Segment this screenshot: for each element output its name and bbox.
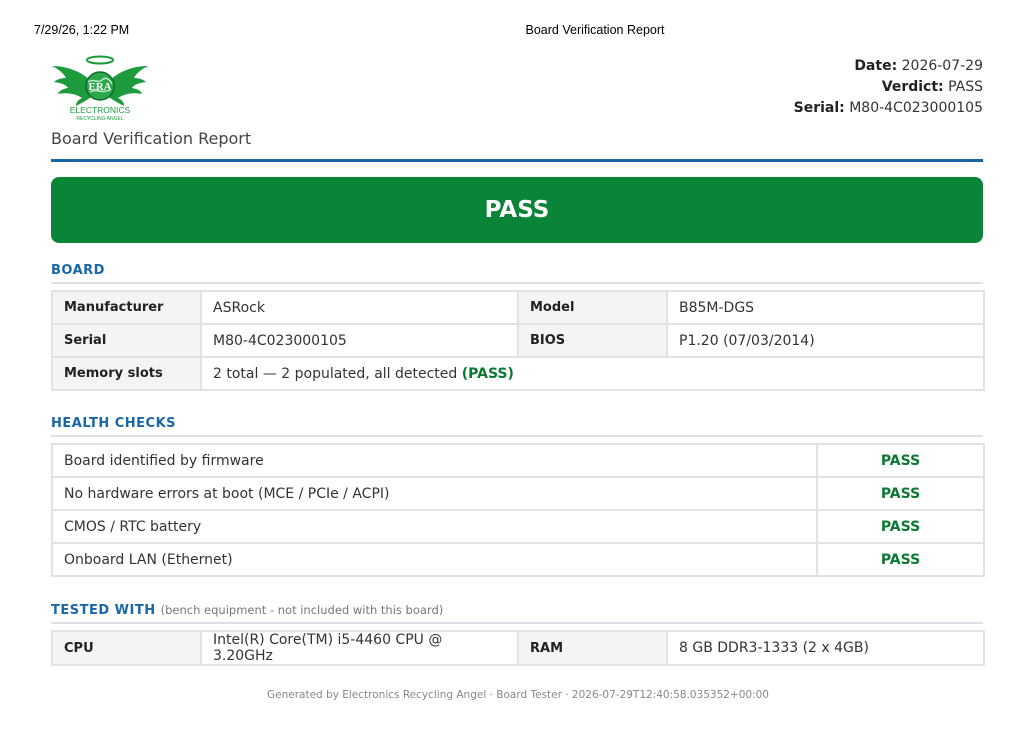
table-row: CPU Intel(R) Core(TM) i5-4460 CPU @ 3.20…	[51, 630, 985, 666]
print-header: 7/29/26, 1:22 PM Board Verification Repo…	[0, 22, 1036, 40]
section-heading-tested: TESTED WITH (bench equipment - not inclu…	[51, 603, 983, 624]
manufacturer-value: ASRock	[200, 290, 519, 325]
tested-table: CPU Intel(R) Core(TM) i5-4460 CPU @ 3.20…	[51, 630, 985, 666]
angel-logo-icon: ERA ELECTRONICS RECYCLING ANGEL	[52, 55, 148, 122]
report-subtitle: Board Verification Report	[51, 129, 252, 148]
header-divider	[51, 159, 983, 162]
ram-value: 8 GB DDR3-1333 (2 x 4GB)	[666, 630, 985, 666]
svg-text:ERA: ERA	[88, 81, 111, 93]
section-heading-health: HEALTH CHECKS	[51, 416, 983, 437]
model-label: Model	[517, 290, 668, 325]
manufacturer-label: Manufacturer	[51, 290, 202, 325]
meta-date: Date: 2026-07-29	[854, 58, 983, 74]
company-logo: ERA ELECTRONICS RECYCLING ANGEL	[50, 54, 150, 124]
meta-verdict: Verdict: PASS	[881, 79, 983, 95]
verdict-banner: PASS	[51, 177, 983, 243]
print-title: Board Verification Report	[525, 23, 665, 37]
serial-label: Serial	[51, 323, 202, 358]
check-name: Onboard LAN (Ethernet)	[51, 542, 818, 577]
table-row: Onboard LAN (Ethernet) PASS	[51, 542, 985, 577]
table-row: Serial M80-4C023000105 BIOS P1.20 (07/03…	[51, 323, 985, 358]
svg-text:RECYCLING ANGEL: RECYCLING ANGEL	[76, 116, 123, 122]
check-status: PASS	[816, 509, 985, 544]
memory-status: (PASS)	[461, 365, 514, 382]
table-row: Memory slots 2 total — 2 populated, all …	[51, 356, 985, 391]
table-row: Manufacturer ASRock Model B85M-DGS	[51, 290, 985, 325]
table-row: Board identified by firmware PASS	[51, 443, 985, 478]
board-table: Manufacturer ASRock Model B85M-DGS Seria…	[51, 290, 985, 391]
report-footer: Generated by Electronics Recycling Angel…	[267, 689, 769, 701]
tested-note: (bench equipment - not included with thi…	[160, 603, 444, 617]
cpu-label: CPU	[51, 630, 202, 666]
report-meta: Date: 2026-07-29 Verdict: PASS Serial: M…	[794, 56, 983, 119]
health-table: Board identified by firmware PASS No har…	[51, 443, 985, 577]
bios-value: P1.20 (07/03/2014)	[666, 323, 985, 358]
check-status: PASS	[816, 476, 985, 511]
table-row: CMOS / RTC battery PASS	[51, 509, 985, 544]
serial-value: M80-4C023000105	[200, 323, 519, 358]
check-status: PASS	[816, 542, 985, 577]
bios-label: BIOS	[517, 323, 668, 358]
memory-label: Memory slots	[51, 356, 202, 391]
cpu-value: Intel(R) Core(TM) i5-4460 CPU @ 3.20GHz	[200, 630, 519, 666]
check-name: No hardware errors at boot (MCE / PCIe /…	[51, 476, 818, 511]
check-name: CMOS / RTC battery	[51, 509, 818, 544]
table-row: No hardware errors at boot (MCE / PCIe /…	[51, 476, 985, 511]
check-status: PASS	[816, 443, 985, 478]
check-name: Board identified by firmware	[51, 443, 818, 478]
section-heading-board: BOARD	[51, 263, 983, 284]
model-value: B85M-DGS	[666, 290, 985, 325]
svg-text:ELECTRONICS: ELECTRONICS	[70, 105, 131, 115]
memory-value: 2 total — 2 populated, all detected (PAS…	[200, 356, 985, 391]
meta-serial: Serial: M80-4C023000105	[793, 100, 983, 116]
ram-label: RAM	[517, 630, 668, 666]
